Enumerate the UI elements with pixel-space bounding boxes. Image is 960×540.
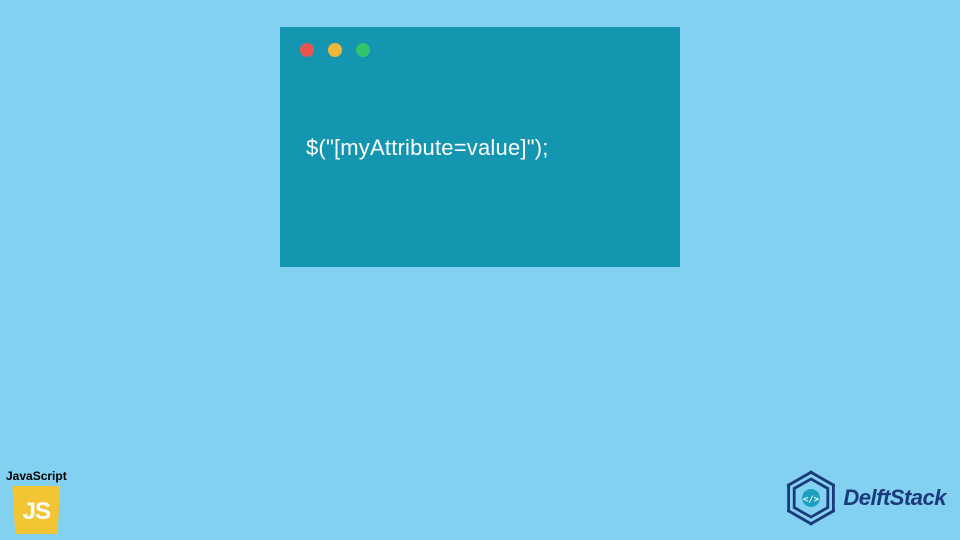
code-content: $("[myAttribute=value]"); (280, 57, 680, 161)
minimize-dot-icon (328, 43, 342, 57)
brand-name: DelftStack (843, 485, 946, 511)
brand: </> DelftStack (783, 470, 946, 526)
javascript-badge-label: JavaScript (6, 469, 67, 483)
javascript-logo-text: JS (23, 498, 50, 526)
code-window: $("[myAttribute=value]"); (280, 27, 680, 267)
window-traffic-lights (280, 27, 680, 57)
close-dot-icon (300, 43, 314, 57)
javascript-badge: JavaScript JS (6, 469, 67, 534)
brand-logo-icon: </> (783, 470, 839, 526)
svg-text:</>: </> (803, 495, 819, 505)
maximize-dot-icon (356, 43, 370, 57)
javascript-logo-icon: JS (12, 486, 60, 534)
